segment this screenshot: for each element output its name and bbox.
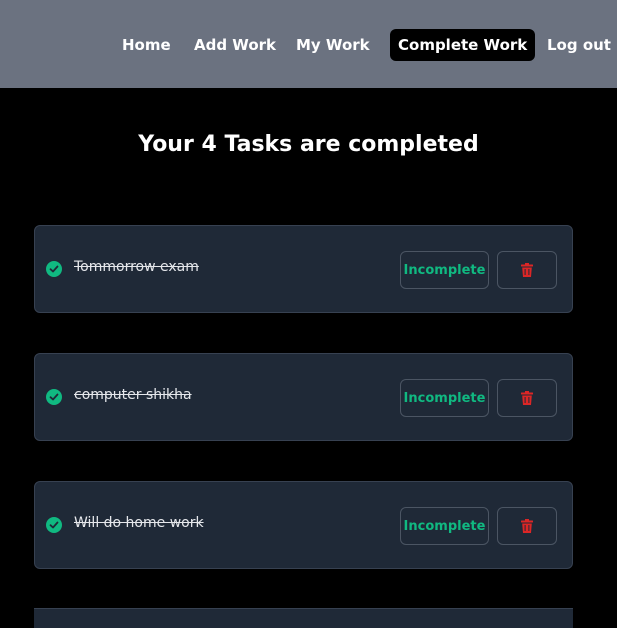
task-card: computer shikha Incomplete xyxy=(34,353,573,441)
nav-add-work-link[interactable]: Add Work xyxy=(194,36,276,54)
nav-home-link[interactable]: Home xyxy=(122,36,171,54)
nav-logout-link[interactable]: Log out xyxy=(547,36,611,54)
check-circle-icon xyxy=(46,389,62,405)
nav-my-work-link[interactable]: My Work xyxy=(296,36,370,54)
nav-complete-work-link[interactable]: Complete Work xyxy=(390,29,536,61)
trash-icon xyxy=(521,263,533,277)
trash-icon xyxy=(521,391,533,405)
delete-button[interactable] xyxy=(497,251,557,289)
task-text: Tommorrow exam xyxy=(74,259,199,275)
delete-button[interactable] xyxy=(497,379,557,417)
task-card: Will do home work Incomplete xyxy=(34,481,573,569)
delete-button[interactable] xyxy=(497,507,557,545)
navbar: Home Add Work My Work Complete Work Log … xyxy=(0,0,617,88)
trash-icon xyxy=(521,519,533,533)
check-circle-icon xyxy=(46,261,62,277)
incomplete-button[interactable]: Incomplete xyxy=(400,379,489,417)
page-title: Your 4 Tasks are completed xyxy=(138,132,479,157)
check-circle-icon xyxy=(46,517,62,533)
task-card: Tommorrow exam Incomplete xyxy=(34,225,573,313)
task-text: Will do home work xyxy=(74,515,204,531)
task-card xyxy=(34,608,573,628)
incomplete-button[interactable]: Incomplete xyxy=(400,251,489,289)
incomplete-button[interactable]: Incomplete xyxy=(400,507,489,545)
task-text: computer shikha xyxy=(74,387,192,403)
